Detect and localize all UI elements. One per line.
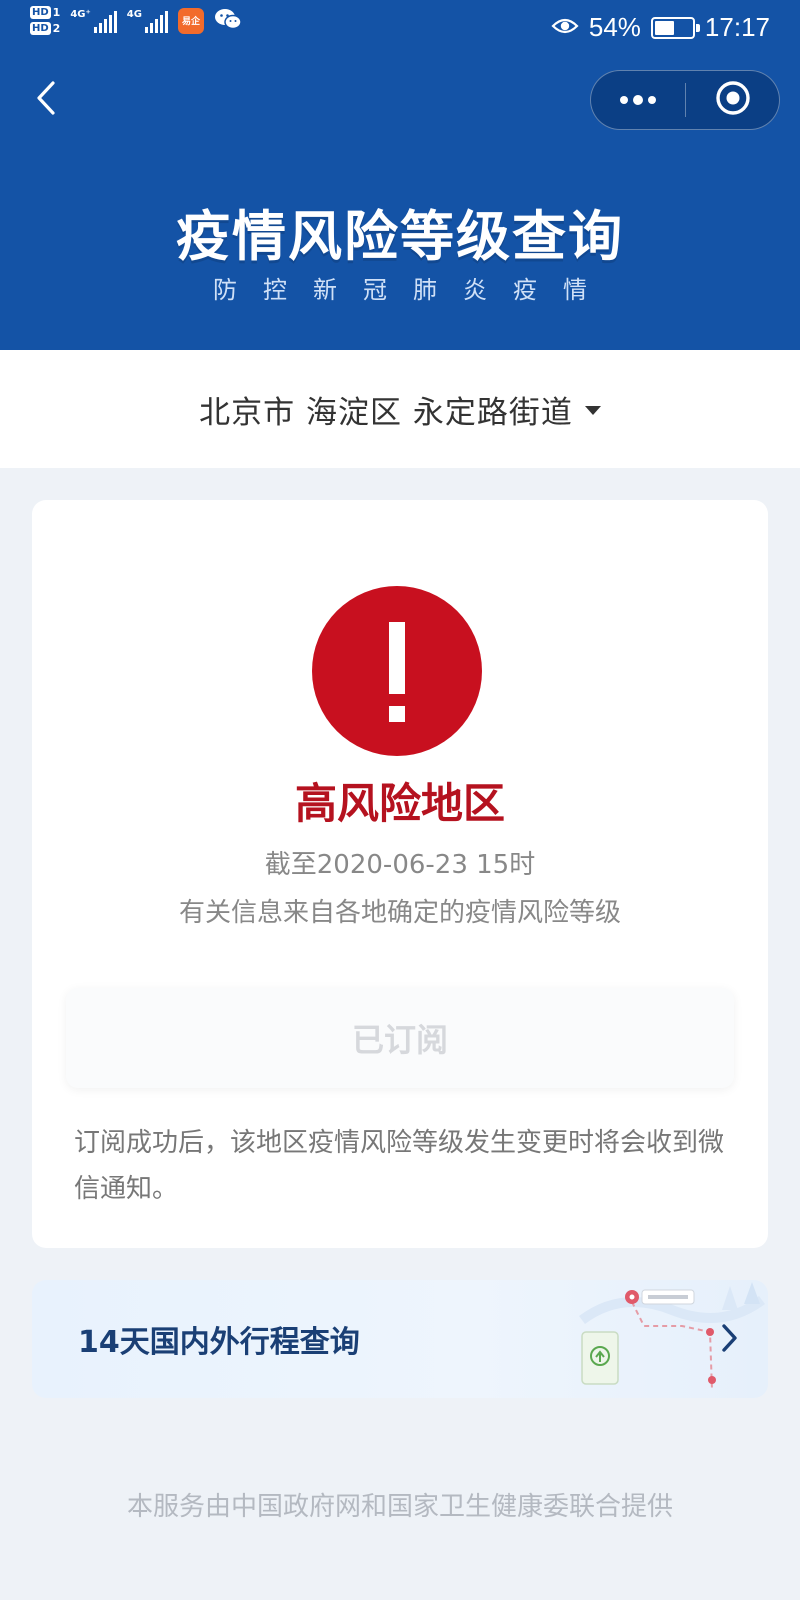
target-close-icon [715,80,751,120]
more-dots-icon [618,91,658,110]
back-button[interactable] [26,76,66,124]
risk-card: 高风险地区 截至2020-06-23 15时 有关信息来自各地确定的疫情风险等级… [32,500,768,1248]
hd-slot-2: 2 [52,22,61,35]
subscribe-note: 订阅成功后，该地区疫情风险等级发生变更时将会收到微信通知。 [74,1128,725,1204]
signal-1-label: 4G⁺ [70,8,91,20]
battery-icon [650,16,700,39]
status-left: HD 1 HD 2 4G⁺ 4G 易企 [30,6,242,35]
more-button[interactable] [591,71,685,129]
hd-indicator-2: HD 2 [30,22,60,35]
hd-label: HD [30,22,51,35]
footer-text: 本服务由中国政府网和国家卫生健康委联合提供 [126,1492,673,1522]
trip-query-label: 14天国内外行程查询 [78,1325,360,1360]
signal-icon-2: 4G [127,9,168,33]
subscribe-button[interactable]: 已订阅 [66,988,734,1088]
wechat-icon [214,7,242,35]
hd-slot-1: 1 [52,6,61,19]
risk-update-time: 截至2020-06-23 15时 [264,850,536,880]
miniprogram-capsule [590,70,780,130]
chevron-left-icon [35,80,57,120]
chevron-right-icon [720,1320,740,1360]
page-subtitle: 防控新冠肺炎疫情 [213,276,613,304]
location-selector[interactable]: 北京市 海淀区 永定路街道 [0,350,800,468]
location-text: 北京市 海淀区 永定路街道 [199,394,573,431]
status-right: 54% 17:17 [551,12,770,43]
caret-down-icon [584,405,601,415]
status-time: 17:17 [704,12,770,42]
app-badge-icon: 易企 [177,7,204,34]
header: HD 1 HD 2 4G⁺ 4G 易企 54% 17:17 疫情风险等级查询 防… [0,0,800,350]
risk-level-label: 高风险地区 [294,779,505,828]
battery-fill [654,20,675,35]
hd-indicators: HD 1 HD 2 [30,6,60,35]
eye-icon [551,12,579,43]
trip-query-card[interactable]: 14天国内外行程查询 [32,1280,768,1398]
battery-percent: 54% [588,12,641,42]
signal-2-label: 4G [126,8,142,20]
page-title: 疫情风险等级查询 [176,205,624,268]
signal-icon-1: 4G⁺ [70,8,117,33]
exclamation-icon [312,586,482,756]
risk-source-note: 有关信息来自各地确定的疫情风险等级 [178,898,621,928]
hd-indicator-1: HD 1 [30,6,60,19]
close-miniprogram-button[interactable] [686,71,779,129]
status-bar: HD 1 HD 2 4G⁺ 4G 易企 54% 17:17 [0,0,800,56]
hd-label: HD [30,6,51,19]
